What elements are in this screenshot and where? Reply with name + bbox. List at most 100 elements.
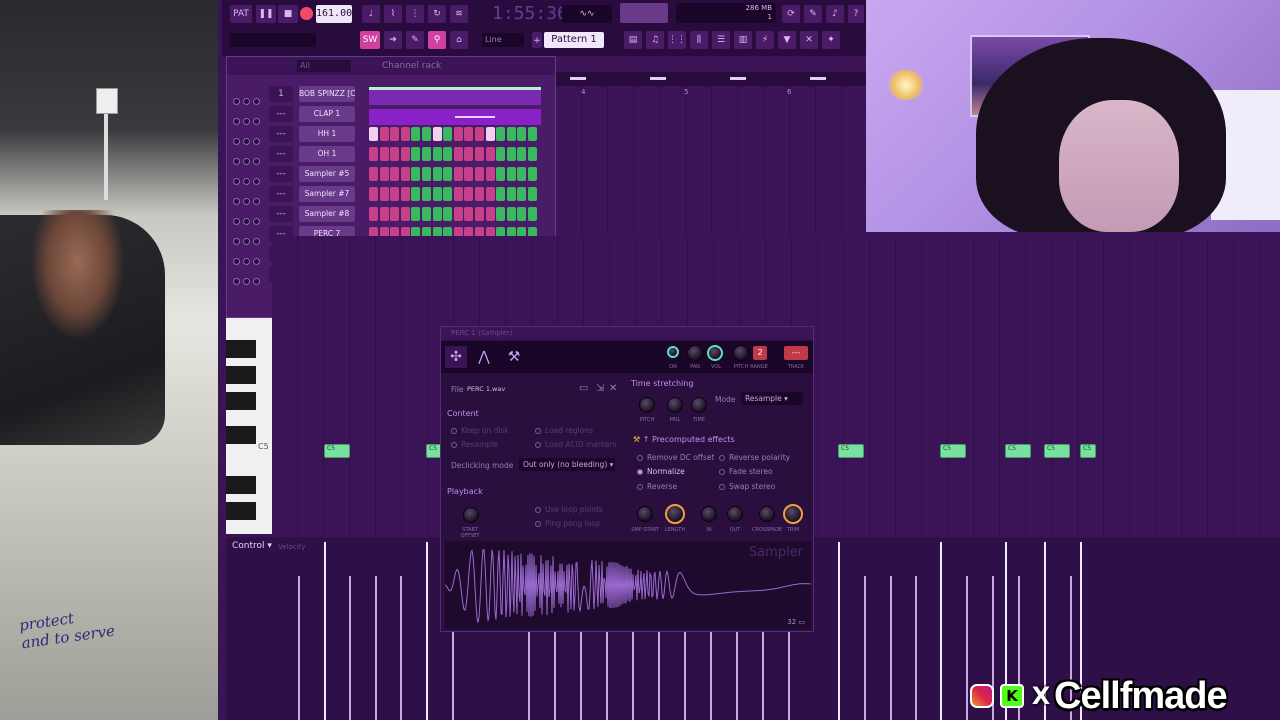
resample-option[interactable]: Resample [451, 440, 498, 449]
piano-roll-note[interactable]: C5 [1044, 444, 1070, 458]
step-button[interactable] [379, 167, 389, 181]
step-button[interactable] [411, 187, 421, 201]
step-button[interactable] [475, 147, 484, 161]
velocity-bar[interactable] [940, 542, 942, 720]
mode-select[interactable]: Resample ▾ [741, 392, 803, 405]
step-button[interactable] [422, 127, 431, 141]
step-button[interactable] [485, 187, 495, 201]
swap-stereo-option[interactable]: Swap stereo [719, 482, 775, 491]
waveform-zoom[interactable]: 32 ▭ [787, 618, 805, 626]
step-button[interactable] [528, 207, 537, 221]
reverse-polarity-option[interactable]: Reverse polarity [719, 453, 790, 462]
step-button[interactable] [400, 187, 410, 201]
step-button[interactable] [369, 127, 378, 141]
piano-keyboard[interactable]: C5 [226, 318, 272, 534]
channel-name-button[interactable]: HH 1 [299, 126, 355, 142]
step-button[interactable] [390, 127, 400, 141]
channel-row[interactable]: --- CLAP 1 [231, 105, 553, 125]
step-button[interactable] [496, 207, 506, 221]
step-button[interactable] [400, 207, 410, 221]
smp-start-knob[interactable] [637, 506, 653, 522]
step-button[interactable] [496, 147, 506, 161]
close-file-icon[interactable]: ✕ [609, 383, 617, 394]
channel-mute-leds[interactable] [233, 190, 265, 205]
step-button[interactable] [390, 167, 400, 181]
link-icon[interactable]: ⚲ [428, 31, 446, 49]
channel-mute-leds[interactable] [233, 130, 265, 145]
tempo-display[interactable]: 161.000 [316, 5, 358, 23]
step-button[interactable] [443, 167, 453, 181]
step-button[interactable] [369, 167, 378, 181]
help-icon[interactable]: ? [848, 5, 864, 23]
range-value[interactable]: 2 [753, 346, 767, 360]
piano-roll-note[interactable]: C5 [324, 444, 350, 458]
step-button[interactable] [369, 207, 378, 221]
step-button[interactable] [496, 127, 506, 141]
length-knob[interactable] [665, 504, 685, 524]
channel-row[interactable]: --- Sampler #5 [231, 165, 553, 185]
step-button[interactable] [475, 127, 484, 141]
envelope-tab-icon[interactable]: ⋀ [473, 346, 495, 368]
on-led[interactable] [667, 346, 679, 358]
reverse-option[interactable]: Reverse [637, 482, 677, 491]
piano-roll-note[interactable]: C5 [838, 444, 864, 458]
step-button[interactable] [464, 147, 474, 161]
playlist-timeline[interactable] [556, 72, 866, 86]
ts-mul-knob[interactable] [667, 397, 683, 413]
step-button[interactable] [496, 167, 506, 181]
step-button[interactable] [506, 127, 516, 141]
record-button[interactable] [300, 7, 313, 20]
step-button[interactable] [411, 167, 421, 181]
step-button[interactable] [464, 207, 474, 221]
channel-mute-leds[interactable] [233, 150, 265, 165]
step-button[interactable] [411, 147, 421, 161]
step-button[interactable] [369, 147, 378, 161]
piano-roll-icon[interactable]: ♫ [646, 31, 664, 49]
channel-row[interactable]: --- Sampler #7 [231, 185, 553, 205]
step-button[interactable] [464, 127, 474, 141]
browser-toggle-icon[interactable]: ✦ [822, 31, 840, 49]
step-button[interactable] [422, 147, 431, 161]
ping-pong-loop-option[interactable]: Ping pong loop [535, 519, 601, 528]
channel-name-button[interactable]: Sampler #5 [299, 166, 355, 182]
mixer-icon[interactable]: ⫼ [690, 31, 708, 49]
step-button[interactable] [453, 127, 463, 141]
snap-select[interactable]: Line [482, 33, 524, 47]
step-button[interactable] [390, 147, 400, 161]
step-button[interactable] [453, 207, 463, 221]
channel-name-button[interactable]: BOB SPINZZ [C] [299, 86, 355, 102]
tools-icon[interactable]: ✎ [804, 5, 822, 23]
touch-controller-icon[interactable]: ✕ [800, 31, 818, 49]
step-button[interactable] [390, 207, 400, 221]
mic-icon[interactable]: ♪ [826, 5, 844, 23]
channel-rack-icon[interactable]: ⋮⋮ [668, 31, 686, 49]
step-button[interactable] [443, 187, 453, 201]
channel-mixer-track[interactable]: --- [269, 166, 293, 182]
step-button[interactable] [464, 167, 474, 181]
countdown-icon[interactable]: ⋮ [406, 5, 424, 23]
step-button[interactable] [517, 147, 527, 161]
step-button[interactable] [432, 147, 442, 161]
step-button[interactable] [517, 187, 527, 201]
playlist-grid[interactable] [556, 86, 866, 236]
misc-tab-icon[interactable]: ⚒ [503, 346, 525, 368]
velocity-bar[interactable] [400, 576, 402, 720]
step-button[interactable] [517, 207, 527, 221]
channel-mute-leds[interactable] [233, 210, 265, 225]
in-knob[interactable] [701, 506, 717, 522]
step-button[interactable] [496, 187, 506, 201]
velocity-bar[interactable] [298, 576, 300, 720]
channel-mute-leds[interactable] [233, 230, 265, 245]
channel-mixer-track[interactable]: --- [269, 126, 293, 142]
browser-icon[interactable]: ☰ [712, 31, 730, 49]
draw-icon[interactable]: ✎ [406, 31, 424, 49]
channel-mixer-track[interactable]: --- [269, 206, 293, 222]
song-time-display[interactable]: 1:55:36 [492, 3, 568, 25]
pan-knob[interactable] [687, 345, 703, 361]
step-button[interactable] [411, 207, 421, 221]
velocity-bar[interactable] [864, 576, 866, 720]
channel-row[interactable]: --- OH 1 [231, 145, 553, 165]
channel-filter[interactable]: All [297, 60, 351, 72]
waveform-display[interactable]: Sampler 32 ▭ [445, 541, 811, 629]
step-button[interactable] [475, 187, 484, 201]
